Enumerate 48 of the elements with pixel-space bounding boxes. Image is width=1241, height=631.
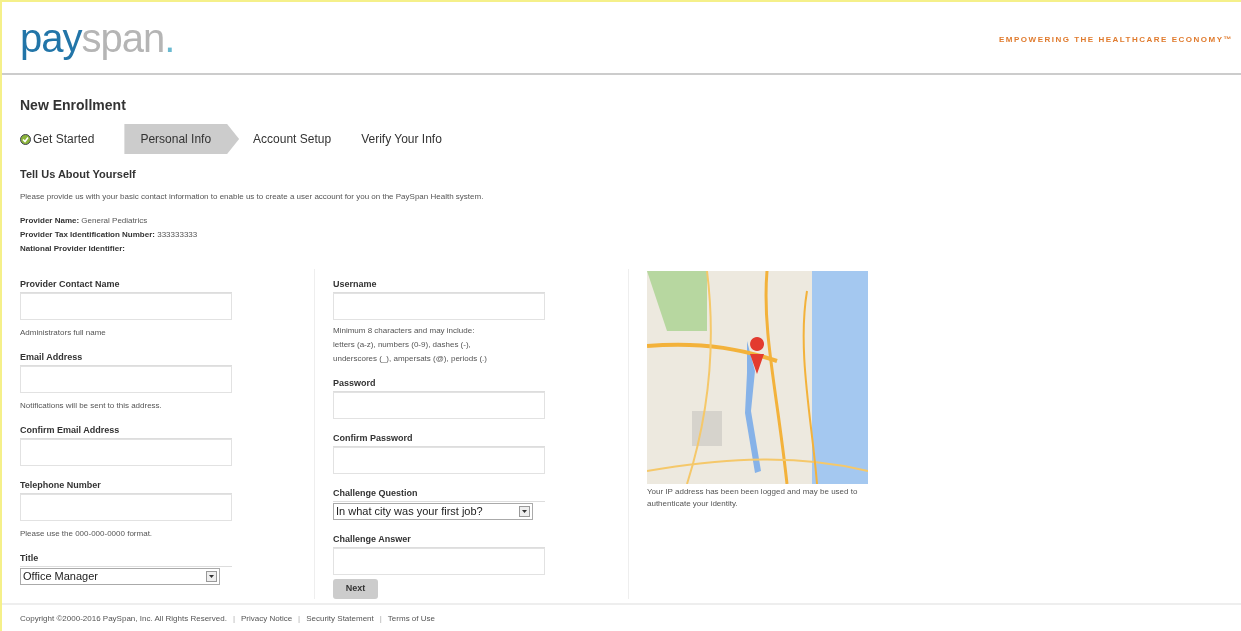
select-field[interactable]: Office Manager (20, 567, 220, 585)
field-label: Challenge Question (333, 487, 545, 502)
next-button[interactable]: Next (333, 578, 378, 599)
field-hint: Administrators full name (20, 327, 107, 338)
field-hint: Please use the 000-000-0000 format. (20, 528, 154, 539)
text-field[interactable] (20, 365, 232, 393)
step-tab[interactable]: Verify Your Info (361, 124, 472, 154)
separator: | (297, 612, 302, 625)
field-hint: letters (a-z), numbers (0-9), dashes (-), (333, 339, 472, 350)
tagline: EMPOWERING THE HEALTHCARE ECONOMY™ (999, 34, 1233, 46)
section-title: Tell Us About Yourself (20, 167, 137, 182)
page-title: New Enrollment (20, 96, 127, 115)
field-hint: Minimum 8 characters and may include: (333, 325, 476, 336)
select-field[interactable]: In what city was your first job? (333, 502, 533, 520)
text-field[interactable] (333, 547, 545, 575)
field-hint: Notifications will be sent to this address. (20, 400, 163, 411)
text-field[interactable] (20, 438, 232, 466)
field-label: Title (20, 552, 232, 567)
text-field[interactable] (333, 292, 545, 320)
text-field[interactable] (20, 493, 232, 521)
field-label: Confirm Email Address (20, 424, 232, 439)
field-hint: underscores (_), ampersats (@), periods (.) (333, 353, 488, 364)
step-tab[interactable]: Get Started (20, 124, 125, 154)
separator: | (231, 612, 236, 625)
field-label: Telephone Number (20, 479, 232, 494)
intro-text: Please provide us with your basic contact information to enable us to create a user account for you on the PaySpan Health system. (20, 190, 485, 203)
logo: payspan. (20, 17, 175, 58)
separator: | (378, 612, 383, 625)
footer-link[interactable]: Terms of Use (387, 612, 435, 625)
footer-link[interactable]: Security Statement (306, 612, 374, 625)
text-field[interactable] (333, 391, 545, 419)
field-label: Email Address (20, 351, 232, 366)
provider-info: Provider Tax Identification Number: 333333333 (20, 228, 199, 241)
footer-link[interactable]: Privacy Notice (241, 612, 293, 625)
field-label: Confirm Password (333, 432, 545, 447)
field-label: Password (333, 377, 545, 392)
step-tab[interactable]: Account Setup (253, 124, 362, 154)
provider-info: Provider Name: General Pediatrics (20, 214, 149, 227)
field-label: Username (333, 278, 545, 293)
text-field[interactable] (333, 446, 545, 474)
copyright-text: Copyright ©2000-2016 PaySpan, Inc. All Rights Reserved. (20, 612, 227, 625)
field-label: Provider Contact Name (20, 278, 232, 293)
text-field[interactable] (20, 292, 232, 320)
provider-info: National Provider Identifier: (20, 242, 126, 255)
step-tab[interactable]: Personal Info (124, 124, 240, 154)
ip-notice: Your IP address has been been logged and may be used to authenticate your identity. (647, 485, 859, 510)
check-icon (20, 133, 31, 145)
field-label: Challenge Answer (333, 533, 545, 548)
